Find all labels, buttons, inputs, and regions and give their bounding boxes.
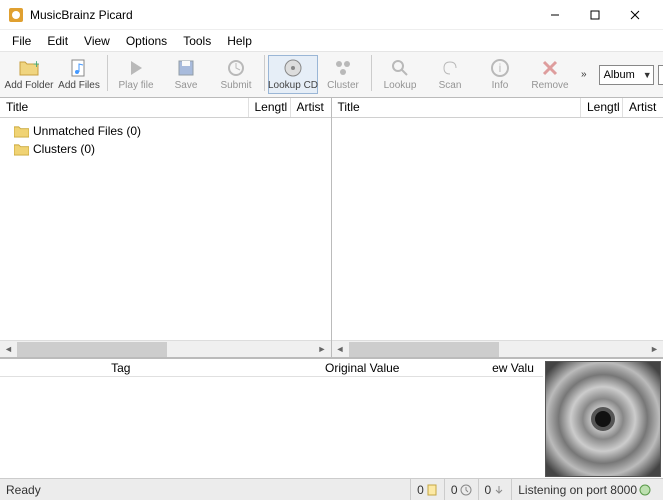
toolbar-label: Cluster [327,80,359,91]
toolbar-label: Submit [220,80,251,91]
tag-col-new[interactable]: ew Valu [483,359,543,376]
toolbar-label: Add Folder [5,80,54,91]
menu-view[interactable]: View [76,32,118,50]
tree-item-label: Unmatched Files (0) [33,124,141,138]
scroll-right-icon[interactable]: ► [646,341,663,358]
save-button: Save [161,55,211,94]
submit-icon [226,58,246,78]
toolbar-label: Info [492,80,509,91]
toolbar-label: Lookup CD [268,80,318,91]
menu-help[interactable]: Help [219,32,260,50]
toolbar-label: Play file [118,80,153,91]
search-input[interactable] [658,65,663,85]
left-pane: Title Lengtl Artist Unmatched Files (0) … [0,98,332,357]
scan-icon [440,58,460,78]
folder-icon [14,143,29,156]
scan-button: Scan [425,55,475,94]
maximize-button[interactable] [575,4,615,26]
app-icon [8,7,24,23]
remove-icon [540,58,560,78]
svg-text:+: + [33,58,39,71]
cluster-button: Cluster [318,55,368,94]
menu-tools[interactable]: Tools [175,32,219,50]
info-button: i Info [475,55,525,94]
album-art[interactable] [545,361,661,477]
folder-icon [14,125,29,138]
col-length[interactable]: Lengtl [249,98,291,117]
tree-item-label: Clusters (0) [33,142,95,156]
lookup-button: Lookup [375,55,425,94]
tag-body [0,377,543,478]
main-panes: Title Lengtl Artist Unmatched Files (0) … [0,98,663,358]
search-mode-label: Album [600,69,639,81]
save-icon [176,58,196,78]
right-pane: Title Lengtl Artist ◄ ► [332,98,663,357]
menu-bar: File Edit View Options Tools Help [0,30,663,52]
menu-options[interactable]: Options [118,32,175,50]
col-artist[interactable]: Artist [291,98,331,117]
left-tree: Unmatched Files (0) Clusters (0) [0,118,331,340]
status-count-1: 0 [410,479,444,500]
window-title: MusicBrainz Picard [30,8,535,22]
chevron-down-icon: ▼ [639,70,653,80]
close-button[interactable] [615,4,655,26]
submit-button: Submit [211,55,261,94]
add-files-button[interactable]: Add Files [54,55,104,94]
toolbar-label: Remove [531,80,568,91]
toolbar: + Add Folder Add Files Play file Save Submit L… [0,52,663,98]
tag-col-tag[interactable]: Tag [0,359,242,376]
search-mode-select[interactable]: Album ▼ [599,65,654,85]
col-length[interactable]: Lengtl [581,98,623,117]
play-icon [126,58,146,78]
scroll-right-icon[interactable]: ► [314,341,331,358]
tag-col-original[interactable]: Original Value [242,359,484,376]
menu-edit[interactable]: Edit [39,32,76,50]
scroll-thumb[interactable] [17,342,167,357]
folder-plus-icon: + [19,58,39,78]
toolbar-label: Add Files [58,80,100,91]
add-folder-button[interactable]: + Add Folder [4,55,54,94]
cd-icon [283,58,303,78]
toolbar-overflow-button[interactable]: » [575,69,593,80]
right-scrollbar[interactable]: ◄ ► [332,340,663,357]
tag-header: Tag Original Value ew Valu [0,359,543,377]
play-file-button: Play file [111,55,161,94]
col-artist[interactable]: Artist [623,98,663,117]
status-ready: Ready [6,483,410,497]
toolbar-label: Save [175,80,198,91]
right-column-header: Title Lengtl Artist [332,98,663,118]
right-tree [332,118,663,340]
status-listening: Listening on port 8000 [511,479,657,500]
remove-button: Remove [525,55,575,94]
network-icon [639,484,651,496]
svg-text:i: i [499,61,502,75]
tree-item-unmatched[interactable]: Unmatched Files (0) [0,122,331,140]
cluster-icon [333,58,353,78]
col-title[interactable]: Title [0,98,249,117]
title-bar: MusicBrainz Picard [0,0,663,30]
pending-icon [460,484,472,496]
lookup-cd-button[interactable]: Lookup CD [268,55,318,94]
file-icon [426,484,438,496]
status-count-3: 0 [478,479,512,500]
info-icon: i [490,58,510,78]
tree-item-clusters[interactable]: Clusters (0) [0,140,331,158]
scroll-left-icon[interactable]: ◄ [0,341,17,358]
scroll-thumb[interactable] [349,342,499,357]
toolbar-label: Scan [439,80,462,91]
minimize-button[interactable] [535,4,575,26]
left-column-header: Title Lengtl Artist [0,98,331,118]
col-title[interactable]: Title [332,98,582,117]
status-count-2: 0 [444,479,478,500]
menu-file[interactable]: File [4,32,39,50]
file-music-icon [69,58,89,78]
lookup-icon [390,58,410,78]
left-scrollbar[interactable]: ◄ ► [0,340,331,357]
download-icon [493,484,505,496]
status-bar: Ready 0 0 0 Listening on port 8000 [0,478,663,500]
tag-panel: Tag Original Value ew Valu [0,358,663,478]
toolbar-label: Lookup [384,80,417,91]
scroll-left-icon[interactable]: ◄ [332,341,349,358]
